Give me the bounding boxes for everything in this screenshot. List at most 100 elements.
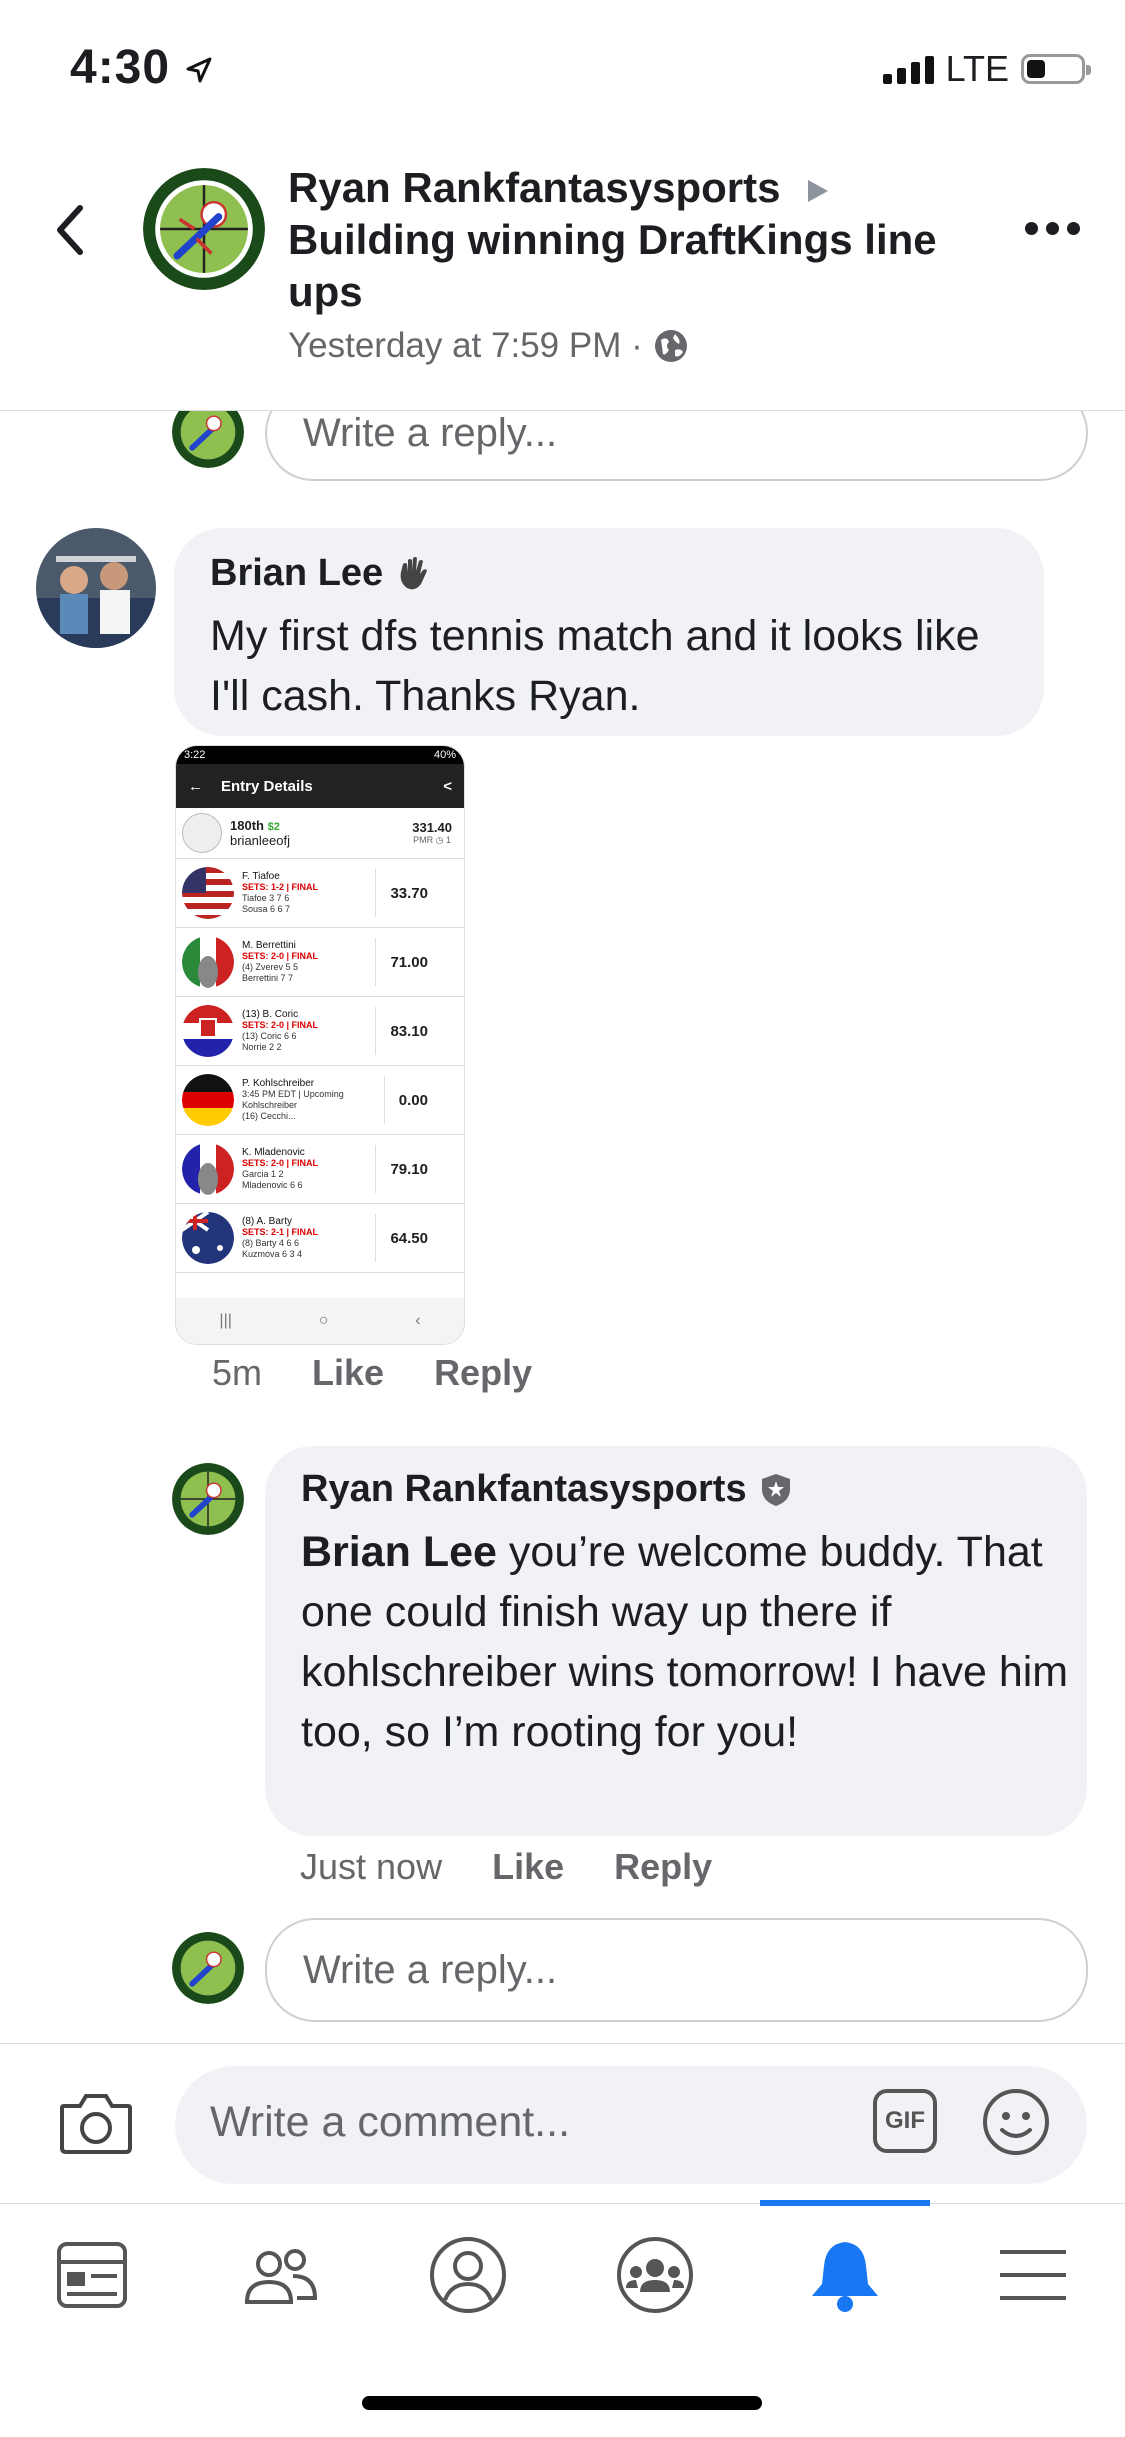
ss-user-avatar <box>182 813 222 853</box>
ss-player: (8) A. Barty <box>242 1216 293 1227</box>
ss-row: P. Kohlschreiber 3:45 PM EDT | Upcoming Ko… <box>176 1066 464 1135</box>
comment-text: My first dfs tennis match and it looks l… <box>210 612 980 720</box>
ss-rank: 180th <box>230 818 264 833</box>
notifications-bell-icon[interactable] <box>800 2230 890 2320</box>
ss-match-status: 3:45 PM EDT | Upcoming <box>242 1089 344 1099</box>
france-flag-icon <box>182 1143 234 1195</box>
reply-placeholder: Write a reply... <box>303 410 558 455</box>
mention-link[interactable]: Brian Lee <box>301 1528 497 1576</box>
ss-nav-recents-icon: ||| <box>219 1312 232 1329</box>
ss-status-time: 3:22 <box>184 749 206 761</box>
ss-player: P. Kohlschreiber <box>242 1078 315 1089</box>
ss-score-line: Garcia 1 2 <box>242 1169 284 1179</box>
ss-match-status: SETS: 2-0 | FINAL <box>242 1158 319 1168</box>
ss-status-battery: 40% <box>433 749 456 761</box>
ss-points: 71.00 <box>375 938 428 986</box>
italy-flag-icon <box>182 936 234 988</box>
reply-input-bottom[interactable]: Write a reply... <box>265 1918 1088 2022</box>
ss-match-status: SETS: 2-1 | FINAL <box>242 1227 319 1237</box>
ss-score-line: Mladenovic 6 6 <box>242 1180 303 1190</box>
ss-pmr-value: 1 <box>446 835 452 845</box>
reply-button[interactable]: Reply <box>614 1846 712 1888</box>
ss-pmr: PMR <box>413 835 434 845</box>
reply-actions: Just now Like Reply <box>300 1846 712 1888</box>
battery-icon <box>1021 54 1091 84</box>
status-time: 4:30 <box>70 40 214 95</box>
ss-score-line: (16) Cecchi... <box>242 1111 296 1121</box>
like-button[interactable]: Like <box>492 1846 564 1888</box>
globe-icon <box>654 330 687 362</box>
emoji-icon[interactable] <box>982 2088 1050 2156</box>
ss-points: 0.00 <box>383 1076 428 1124</box>
ss-score-line: Tiafoe 3 7 6 <box>242 893 290 903</box>
ss-points: 64.50 <box>375 1214 428 1262</box>
more-options-button[interactable] <box>1025 222 1080 235</box>
ss-score-line: Norrie 2 2 <box>242 1042 282 1052</box>
comment-placeholder: Write a comment... <box>210 2098 571 2146</box>
comment-actions: 5m Like Reply <box>212 1352 532 1394</box>
ss-score-line: (8) Barty 4 6 6 <box>242 1238 300 1248</box>
ss-prize: $2 <box>267 821 280 833</box>
network-label: LTE <box>945 48 1009 89</box>
reply-button[interactable]: Reply <box>434 1352 532 1394</box>
news-feed-icon[interactable] <box>47 2230 137 2320</box>
gif-button[interactable]: GIF <box>873 2089 937 2153</box>
croatia-flag-icon <box>182 1005 234 1057</box>
active-tab-indicator <box>760 2200 930 2206</box>
home-indicator <box>362 2396 762 2410</box>
commenter-avatar[interactable] <box>36 528 156 648</box>
like-button[interactable]: Like <box>312 1352 384 1394</box>
status-indicators: LTE <box>882 48 1091 90</box>
ss-match-status: SETS: 2-0 | FINAL <box>242 951 319 961</box>
reply-bubble: Ryan Rankfantasysports Brian Lee you’re … <box>265 1446 1087 1836</box>
camera-icon[interactable] <box>58 2090 134 2156</box>
friends-icon[interactable] <box>235 2230 325 2320</box>
reply-author[interactable]: Ryan Rankfantasysports <box>301 1468 747 1511</box>
post-meta: Yesterday at 7:59 PM · <box>288 326 689 366</box>
ss-summary: 180th $2 brianleeofj 331.40 PMR ◷ 1 <box>176 808 464 859</box>
reply-time: Just now <box>300 1846 443 1887</box>
ss-player: (13) B. Coric <box>242 1009 299 1020</box>
ss-title: Entry Details <box>221 777 313 795</box>
wave-icon <box>400 556 428 589</box>
current-user-avatar <box>172 1932 244 2004</box>
ss-username: brianleeofj <box>230 833 290 848</box>
ss-points: 33.70 <box>375 869 428 917</box>
ss-points: 83.10 <box>375 1007 428 1055</box>
attached-screenshot[interactable]: 3:22 40% ← Entry Details < 180th $2 bria… <box>175 745 465 1345</box>
back-chevron-icon[interactable] <box>50 200 90 260</box>
ss-score-line: Berrettini 7 7 <box>242 973 294 983</box>
usa-flag-icon <box>182 867 234 919</box>
page-avatar[interactable] <box>143 168 265 290</box>
post-title[interactable]: Ryan Rankfantasysports Building winning … <box>288 162 988 318</box>
signal-icon <box>882 54 934 84</box>
ss-share-icon: < <box>443 777 452 795</box>
germany-flag-icon <box>182 1074 234 1126</box>
ss-nav-bar: ||| ○ ‹ <box>176 1298 464 1344</box>
ss-match-status: SETS: 2-0 | FINAL <box>242 1020 319 1030</box>
ss-row: (8) A. Barty SETS: 2-1 | FINAL (8) Barty 4… <box>176 1204 464 1273</box>
ss-match-status: SETS: 1-2 | FINAL <box>242 882 319 892</box>
ss-nav-back-icon: ‹ <box>415 1312 421 1329</box>
comment-author[interactable]: Brian Lee <box>210 552 383 595</box>
ss-player: M. Berrettini <box>242 940 296 951</box>
australia-flag-icon <box>182 1212 234 1264</box>
ss-score-line: (4) Zverev 5 5 <box>242 962 299 972</box>
group-name[interactable]: Building winning DraftKings line ups <box>288 216 937 315</box>
ss-back-icon: ← <box>188 777 203 795</box>
author-name[interactable]: Ryan Rankfantasysports <box>288 164 781 211</box>
profile-icon[interactable] <box>423 2230 513 2320</box>
arrow-right-icon <box>808 179 829 202</box>
ss-status-bar: 3:22 40% <box>176 746 464 764</box>
ss-row: (13) B. Coric SETS: 2-0 | FINAL (13) Coric… <box>176 997 464 1066</box>
ss-row: K. Mladenovic SETS: 2-0 | FINAL Garcia 1 2… <box>176 1135 464 1204</box>
ss-points: 79.10 <box>375 1145 428 1193</box>
groups-icon[interactable] <box>610 2230 700 2320</box>
comment-time: 5m <box>212 1352 263 1393</box>
reply-author-avatar[interactable] <box>172 1463 244 1535</box>
ss-player: K. Mladenovic <box>242 1147 305 1158</box>
post-timestamp: Yesterday at 7:59 PM · <box>288 326 643 365</box>
menu-icon[interactable] <box>988 2230 1078 2320</box>
reply-placeholder: Write a reply... <box>303 1947 558 1992</box>
ss-score-line: Sousa 6 6 7 <box>242 904 291 914</box>
